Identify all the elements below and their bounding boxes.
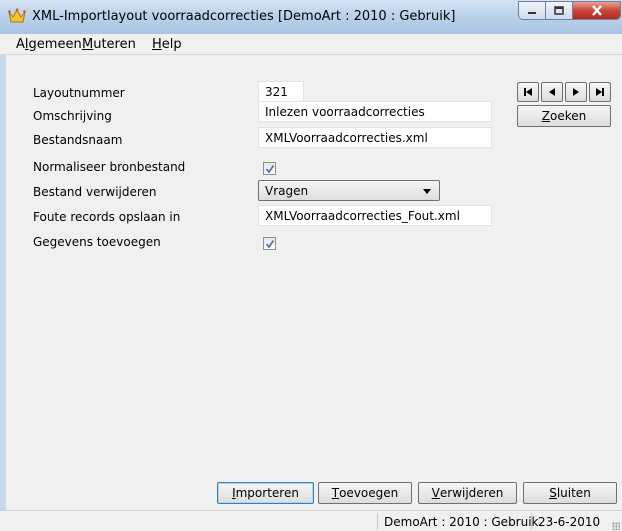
menu-algemeen[interactable]: Algemeen [16, 37, 82, 52]
menu-muteren-rest: uteren [93, 37, 136, 52]
toevoegen-key: T [331, 486, 340, 500]
previous-record-icon [549, 88, 555, 96]
normaliseer-checkbox[interactable] [263, 162, 276, 175]
toevoegen-label: oevoegen [339, 486, 399, 500]
label-bestandsnaam: Bestandsnaam [33, 133, 123, 147]
status-bar: DemoArt : 2010 : Gebruik 23-6-2010 [0, 510, 622, 531]
label-layoutnummer: Layoutnummer [33, 86, 125, 100]
checkmark-icon [265, 240, 275, 249]
first-record-icon [524, 88, 532, 96]
importeren-button[interactable]: Importeren [217, 482, 314, 504]
resize-grip-icon[interactable] [612, 522, 620, 530]
status-context: DemoArt : 2010 : Gebruik [377, 513, 539, 530]
label-gegevens-toevoegen: Gegevens toevoegen [33, 235, 161, 249]
close-icon [591, 5, 602, 16]
bestandsnaam-input[interactable]: XMLVoorraadcorrecties.xml [258, 127, 492, 148]
close-button[interactable] [573, 1, 621, 20]
verwijderen-label: erwijderen [439, 486, 504, 500]
next-record-button[interactable] [565, 82, 587, 102]
menu-muteren[interactable]: Muteren [82, 37, 136, 52]
toevoegen-button[interactable]: Toevoegen [318, 482, 412, 504]
dropdown-arrow-icon [423, 189, 431, 194]
minimize-button[interactable] [518, 1, 546, 20]
checkmark-icon [265, 165, 275, 174]
maximize-icon [554, 6, 564, 15]
sluiten-label: luiten [556, 486, 591, 500]
verwijderen-key: V [431, 486, 440, 500]
verwijderen-selected-value: Vragen [265, 184, 309, 198]
menu-help-rest: elp [161, 37, 182, 52]
zoeken-button[interactable]: Zoeken [517, 105, 611, 127]
last-record-button[interactable] [589, 82, 611, 102]
label-omschrijving: Omschrijving [33, 109, 112, 123]
caption-buttons [518, 1, 621, 21]
gegevens-toevoegen-checkbox[interactable] [263, 237, 276, 250]
verwijderen-button[interactable]: Verwijderen [418, 482, 517, 504]
status-pane-empty [6, 513, 376, 530]
next-record-icon [573, 88, 579, 96]
window-title: XML-Importlayout voorraadcorrecties [Dem… [32, 9, 456, 24]
menu-muteren-key: M [82, 37, 94, 52]
status-date: 23-6-2010 [531, 513, 611, 530]
sluiten-button[interactable]: Sluiten [523, 482, 617, 504]
menu-bar: Algemeen Muteren Help [0, 34, 622, 55]
label-verwijderen: Bestand verwijderen [33, 185, 157, 199]
zoeken-label: oeken [550, 109, 587, 123]
last-record-icon [596, 88, 604, 96]
previous-record-button[interactable] [541, 82, 563, 102]
menu-algemeen-rest: gemeen [28, 37, 82, 52]
left-border-strip [0, 55, 6, 510]
sluiten-key: S [549, 486, 557, 500]
app-crown-icon [8, 8, 26, 24]
zoeken-key: Z [541, 109, 550, 123]
importeren-label: mporteren [235, 486, 299, 500]
omschrijving-input[interactable]: Inlezen voorraadcorrecties [258, 101, 492, 122]
menu-algemeen-text: A [16, 37, 25, 52]
foute-records-input[interactable]: XMLVoorraadcorrecties_Fout.xml [258, 205, 492, 226]
menu-help-key: H [152, 37, 162, 52]
minimize-icon [528, 11, 536, 14]
maximize-button[interactable] [546, 1, 573, 20]
title-bar[interactable]: XML-Importlayout voorraadcorrecties [Dem… [0, 0, 622, 35]
label-foute-records: Foute records opslaan in [33, 210, 181, 224]
menu-help[interactable]: Help [152, 37, 182, 52]
verwijderen-dropdown[interactable]: Vragen [258, 180, 440, 201]
first-record-button[interactable] [517, 82, 539, 102]
layoutnummer-input[interactable]: 321 [258, 81, 304, 102]
window: XML-Importlayout voorraadcorrecties [Dem… [0, 0, 622, 531]
label-normaliseer: Normaliseer bronbestand [33, 160, 186, 174]
